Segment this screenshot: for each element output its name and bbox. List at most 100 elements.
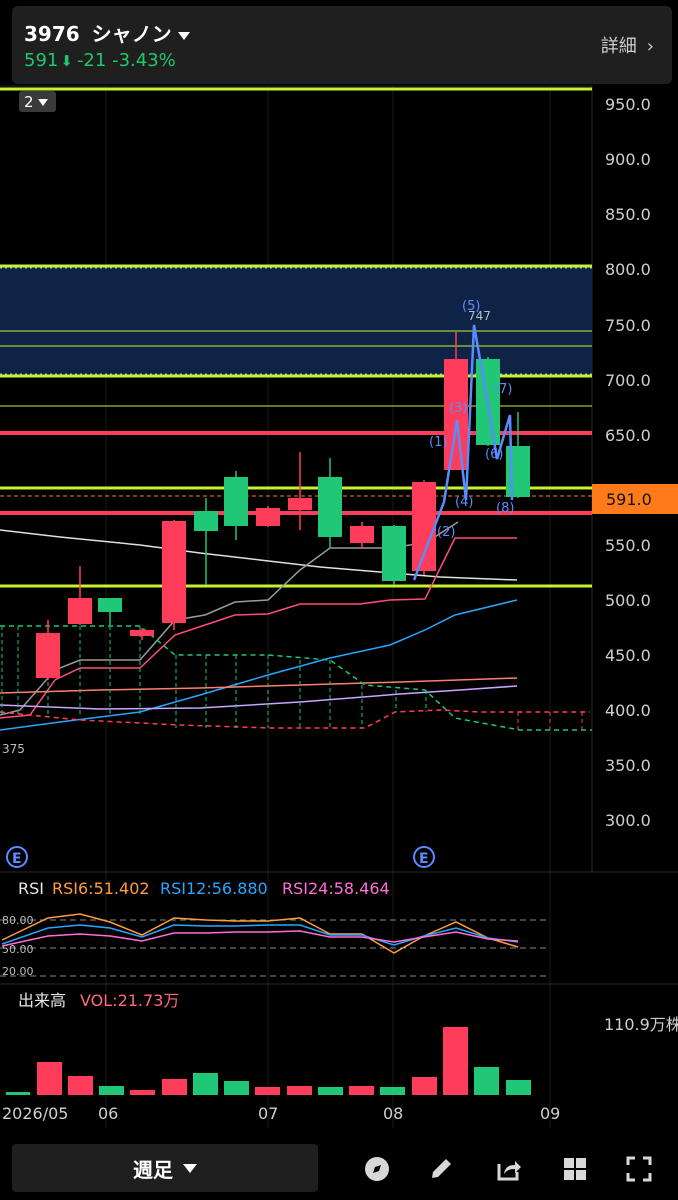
candle[interactable] xyxy=(350,522,374,548)
volume-bar xyxy=(224,1081,249,1095)
time-tick: 2026/05 xyxy=(2,1104,68,1123)
candle[interactable] xyxy=(36,620,60,680)
rsi24-value: RSI24:58.464 xyxy=(282,879,390,898)
volume-bar xyxy=(162,1079,187,1095)
arrow-down-icon: ⬇ xyxy=(60,52,73,70)
event-marker[interactable]: E xyxy=(6,846,28,868)
rsi-level-label: 80.00 xyxy=(2,914,34,927)
rsi24-line xyxy=(1,930,519,947)
time-tick: 08 xyxy=(383,1104,403,1123)
current-price-label: 591.0 xyxy=(606,490,652,509)
candle[interactable] xyxy=(412,480,436,575)
price-tick: 550.0 xyxy=(605,536,651,555)
candle[interactable] xyxy=(318,458,342,548)
drawing-count-badge[interactable]: 2 xyxy=(19,91,56,112)
volume-bar xyxy=(68,1076,93,1095)
volume-bar xyxy=(193,1073,218,1095)
bottom-toolbar: 週足 xyxy=(0,1128,678,1200)
volume-bar xyxy=(380,1087,405,1095)
dashed-volume-boxes xyxy=(1,626,583,730)
volume-bar xyxy=(99,1086,124,1095)
price-tick: 650.0 xyxy=(605,426,651,445)
volume-value: VOL:21.73万 xyxy=(80,991,179,1010)
volume-bar xyxy=(287,1086,312,1095)
low-label: 375 xyxy=(2,742,25,756)
rsi-levels: 80.00 50.00 20.00 xyxy=(0,914,548,978)
wave-label: (7) xyxy=(494,382,512,397)
wave-label: (3) xyxy=(449,401,467,416)
rsi6-value: RSI6:51.402 xyxy=(52,879,150,898)
volume-legend: 出来高 VOL:21.73万 110.9万株 xyxy=(18,991,678,1034)
price-change: -21 xyxy=(76,50,107,71)
candle[interactable] xyxy=(224,471,248,540)
price-tick: 400.0 xyxy=(605,701,651,720)
volume-label: 出来高 xyxy=(18,991,66,1010)
volume-bar xyxy=(37,1062,62,1095)
pencil-icon[interactable] xyxy=(426,1154,456,1184)
share-icon[interactable] xyxy=(494,1154,524,1184)
rsi-level-label: 20.00 xyxy=(2,965,34,978)
stock-name: シャノン xyxy=(91,22,172,46)
chevron-down-icon xyxy=(183,1163,197,1173)
price-tick: 350.0 xyxy=(605,756,651,775)
wave-label: (8) xyxy=(496,501,514,516)
volume-bar xyxy=(349,1086,374,1095)
high-label: 747 xyxy=(468,309,491,323)
fullscreen-icon[interactable] xyxy=(624,1154,654,1184)
candle[interactable] xyxy=(68,566,92,625)
candle[interactable] xyxy=(162,520,186,630)
volume-max-label: 110.9万株 xyxy=(604,1015,678,1034)
price-quote: 591 ⬇ -21 -3.43% xyxy=(24,50,176,71)
event-marker[interactable]: E xyxy=(413,846,435,868)
chevron-down-icon[interactable] xyxy=(177,31,190,40)
candle[interactable] xyxy=(194,498,218,585)
candlestick-chart[interactable]: (1) (2) (3) (4) (5) (6) (7) (8) 747 375 … xyxy=(0,84,678,1128)
wave-label: (1) xyxy=(429,435,447,450)
detail-link[interactable]: 詳細 › xyxy=(601,32,654,58)
price-tick: 500.0 xyxy=(605,591,651,610)
time-tick: 09 xyxy=(540,1104,560,1123)
compass-icon[interactable] xyxy=(362,1154,392,1184)
volume-bar xyxy=(474,1067,499,1095)
volume-bar xyxy=(318,1087,343,1095)
time-axis: 2026/05 06 07 08 09 xyxy=(2,1104,560,1123)
candle[interactable] xyxy=(256,506,280,527)
event-letter: E xyxy=(12,851,22,867)
price-tick: 950.0 xyxy=(605,95,651,114)
event-letter: E xyxy=(419,851,429,867)
price-tick: 800.0 xyxy=(605,260,651,279)
price-tick: 700.0 xyxy=(605,371,651,390)
stock-header: 3976 シャノン 591 ⬇ -21 -3.43% 詳細 › xyxy=(12,6,672,84)
rsi-legend: RSI RSI6:51.402 RSI12:56.880 RSI24:58.46… xyxy=(18,879,390,898)
candle[interactable] xyxy=(130,628,154,640)
volume-bar xyxy=(255,1087,280,1095)
time-tick: 06 xyxy=(98,1104,118,1123)
chevron-right-icon: › xyxy=(646,36,654,57)
price-tick: 300.0 xyxy=(605,811,651,830)
rsi-label: RSI xyxy=(18,879,44,898)
time-tick: 07 xyxy=(258,1104,278,1123)
wave-label: (2) xyxy=(437,525,455,540)
rsi12-value: RSI12:56.880 xyxy=(160,879,268,898)
stock-title[interactable]: 3976 シャノン xyxy=(24,18,190,47)
volume-bar xyxy=(130,1090,155,1095)
price-tick: 450.0 xyxy=(605,646,651,665)
price-tick: 750.0 xyxy=(605,316,651,335)
volume-bar xyxy=(506,1080,531,1095)
resistance-zone xyxy=(0,266,592,376)
moving-averages xyxy=(0,521,592,731)
candle[interactable] xyxy=(288,452,312,530)
detail-label: 詳細 xyxy=(600,36,637,57)
price-axis: 950.0 900.0 850.0 800.0 750.0 700.0 650.… xyxy=(605,95,651,830)
period-label: 週足 xyxy=(133,1157,173,1182)
grid-icon[interactable] xyxy=(560,1154,590,1184)
current-price: 591 xyxy=(24,50,59,71)
price-tick: 850.0 xyxy=(605,205,651,224)
period-selector[interactable]: 週足 xyxy=(12,1144,318,1192)
candle[interactable] xyxy=(382,525,406,585)
badge-count: 2 xyxy=(24,93,34,111)
price-tick: 900.0 xyxy=(605,150,651,169)
wave-label: (6) xyxy=(485,447,503,462)
candle[interactable] xyxy=(98,598,122,625)
stock-code: 3976 xyxy=(24,22,80,46)
